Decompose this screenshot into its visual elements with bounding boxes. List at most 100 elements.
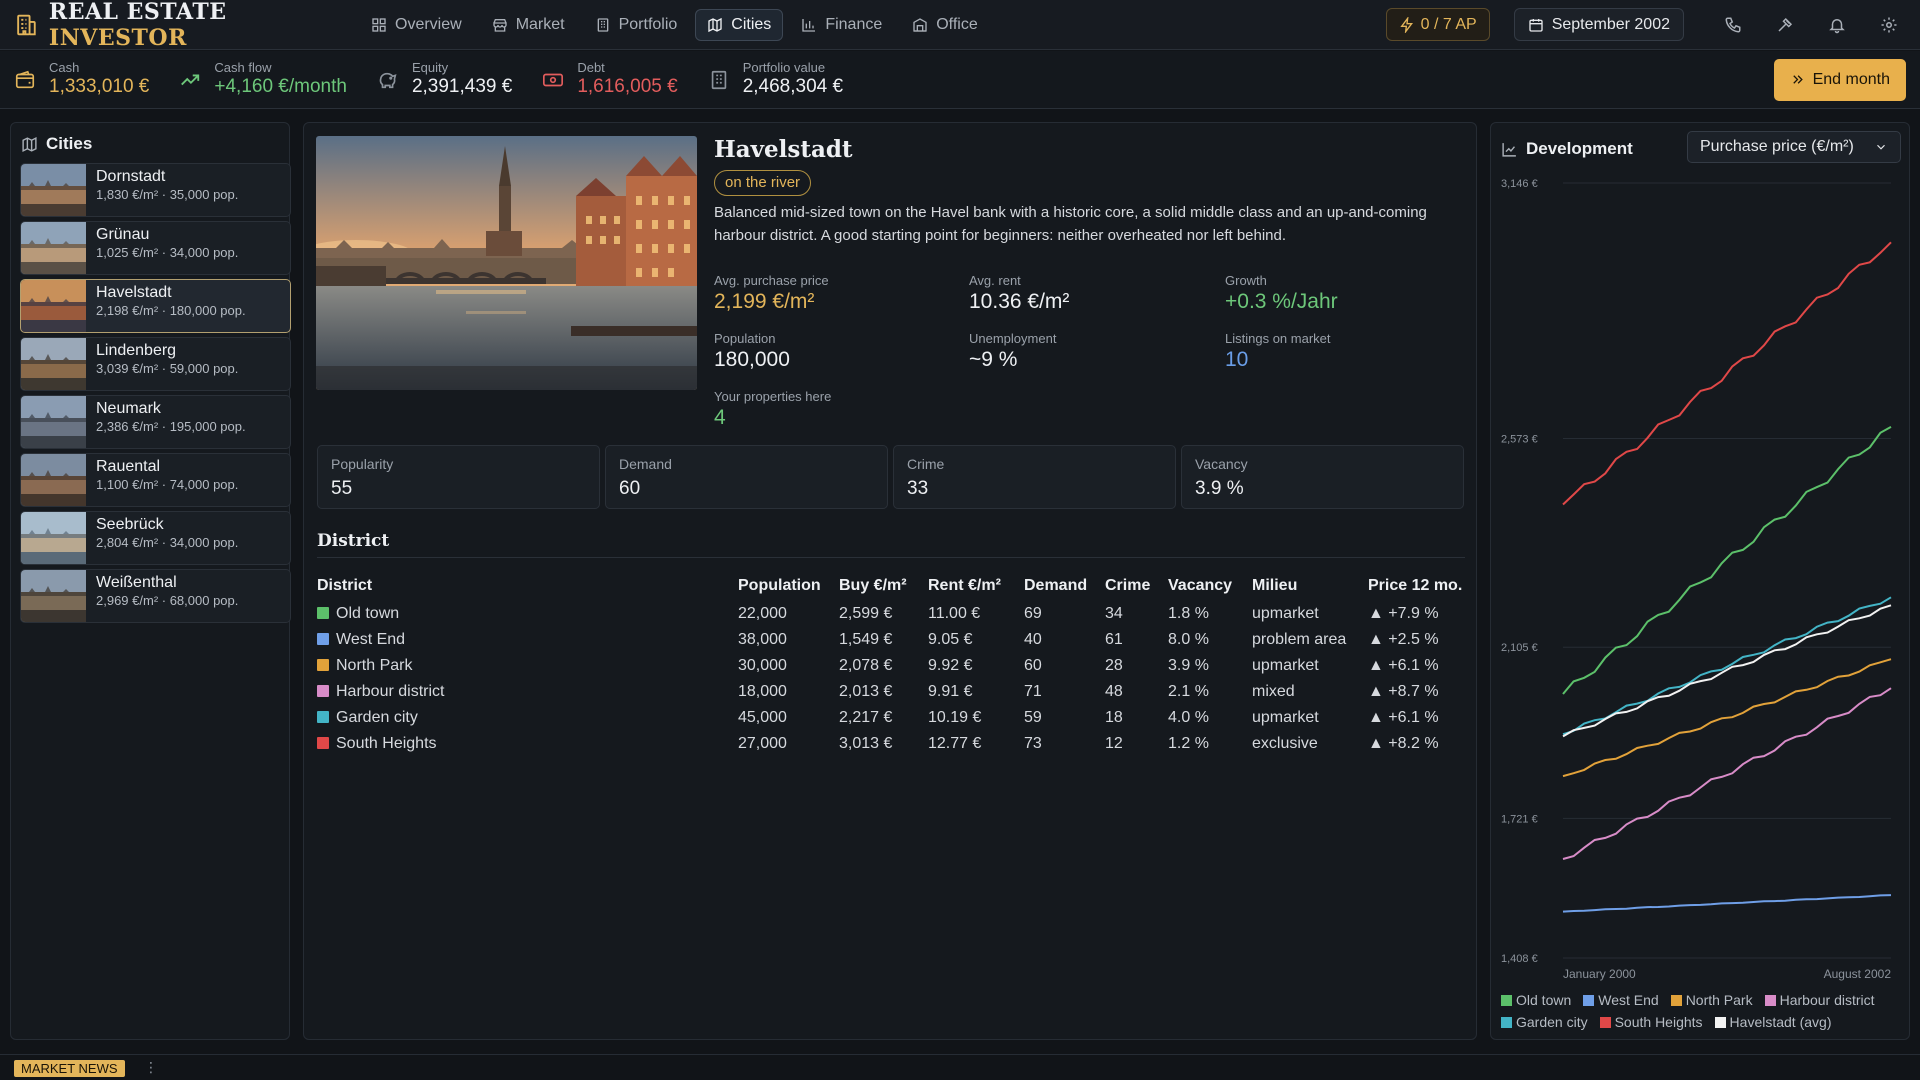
table-row[interactable]: Harbour district 18,000 2,013 € 9.91 € 71 48 2… [317,679,1468,705]
city-list-item[interactable]: Neumark 2,386 €/m² · 195,000 pop. [20,395,291,449]
metric-select-value: Purchase price (€/m²) [1700,138,1854,155]
city-info: Neumark 2,386 €/m² · 195,000 pop. [86,396,246,448]
city-list-item[interactable]: Weißenthal 2,969 €/m² · 68,000 pop. [20,569,291,623]
avg-rent: Avg. rent 10.36 €/m² [969,273,1069,315]
price-change-value: +6.1 % [1388,657,1439,674]
kv-label: Your properties here [714,389,832,404]
tab-label: Finance [825,15,883,33]
cell-buy: 2,217 € [839,709,893,726]
cell-population: 30,000 [738,657,787,674]
city-photo [316,136,697,390]
cell-price-change: ▲ +8.2 % [1368,731,1468,757]
table-row[interactable]: South Heights 27,000 3,013 € 12.77 € 73 12 1.2… [317,731,1468,757]
piggy-bank-icon [379,72,397,88]
building-icon [597,17,608,32]
table-row[interactable]: Old town 22,000 2,599 € 11.00 € 69 34 1.8 % upm… [317,601,1468,627]
tab-label: Portfolio [618,15,678,33]
table-row[interactable]: West End 38,000 1,549 € 9.05 € 40 61 8.0 % prob… [317,627,1468,653]
city-name: Lindenberg [96,342,177,359]
cell-buy: 2,013 € [839,683,893,700]
brand: REAL ESTATE INVESTOR [14,0,359,51]
news-more-handle[interactable]: ⋮ [144,1059,158,1076]
table-header-row: District Population Buy €/m² Rent €/m² Deman… [317,571,1468,601]
tab-label: Office [936,15,978,33]
cell-crime: 28 [1105,657,1123,674]
cell-milieu: upmarket [1252,709,1319,726]
tab-office[interactable]: Office [900,9,990,41]
cell-population: 18,000 [738,683,787,700]
cell-buy: 2,078 € [839,657,893,674]
card-value: 33 [907,478,929,499]
metric-select[interactable]: Purchase price (€/m²) [1687,131,1901,163]
top-navigation-bar: REAL ESTATE INVESTOR Overview Market Por… [0,0,1920,51]
current-date[interactable]: September 2002 [1513,8,1684,41]
legend-item[interactable]: West End [1583,991,1659,1009]
legend-item[interactable]: North Park [1670,991,1753,1009]
legend-label: Havelstadt (avg) [1729,1014,1832,1030]
listings-on-market: Listings on market 10 [1225,331,1331,373]
district-color-swatch [317,737,329,749]
city-tag-badge: on the river [714,170,812,196]
action-points-badge[interactable]: 0 / 7 AP [1385,8,1490,41]
column-header[interactable]: Milieu [1252,571,1368,601]
x-tick-label: August 2002 [1824,967,1892,981]
vacancy-card: Vacancy 3.9 % [1181,445,1464,509]
column-header[interactable]: Crime [1105,571,1168,601]
kv-label: Avg. purchase price [714,273,829,288]
notifications-button[interactable] [1826,14,1848,36]
city-list-item[interactable]: Seebrück 2,804 €/m² · 34,000 pop. [20,511,291,565]
column-header[interactable]: Demand [1024,571,1105,601]
legend-item[interactable]: Harbour district [1764,991,1875,1009]
market-news-badge[interactable]: MARKET NEWS [14,1060,125,1077]
tab-overview[interactable]: Overview [359,9,474,41]
grid-icon [372,17,386,32]
city-meta: 3,039 €/m² · 59,000 pop. [96,361,239,376]
phone-button[interactable] [1722,14,1744,36]
city-meta: 2,198 €/m² · 180,000 pop. [96,303,246,318]
city-list-item[interactable]: Grünau 1,025 €/m² · 34,000 pop. [20,221,291,275]
city-list-item[interactable]: Rauental 1,100 €/m² · 74,000 pop. [20,453,291,507]
end-month-button[interactable]: End month [1773,58,1906,101]
legend-item[interactable]: Havelstadt (avg) [1714,1013,1832,1031]
table-row[interactable]: Garden city 45,000 2,217 € 10.19 € 59 18 4.0 %… [317,705,1468,731]
district-color-swatch [317,633,329,645]
kv-value: 180,000 [714,348,790,371]
city-list-item[interactable]: Lindenberg 3,039 €/m² · 59,000 pop. [20,337,291,391]
legend-label: Garden city [1516,1014,1588,1030]
tab-market[interactable]: Market [480,9,577,41]
tools-button[interactable] [1774,14,1796,36]
city-meta: 2,969 €/m² · 68,000 pop. [96,593,239,608]
column-header[interactable]: Rent €/m² [928,571,1024,601]
tab-cities[interactable]: Cities [695,8,784,41]
tab-label: Overview [395,15,462,33]
city-thumbnail [21,222,86,274]
cell-rent: 12.77 € [928,735,982,752]
district-name-cell: Harbour district [317,679,738,705]
y-tick-label: 1,721 € [1501,813,1538,825]
cell-crime: 18 [1105,709,1123,726]
cell-milieu: mixed [1252,683,1295,700]
city-list-item[interactable]: Dornstadt 1,830 €/m² · 35,000 pop. [20,163,291,217]
city-name: Weißenthal [96,574,177,591]
tab-finance[interactable]: Finance [789,9,894,41]
city-list-item[interactable]: Havelstadt 2,198 €/m² · 180,000 pop. [20,279,291,333]
legend-item[interactable]: Old town [1501,991,1571,1009]
city-thumbnail [21,164,86,216]
column-header[interactable]: Buy €/m² [839,571,928,601]
column-header[interactable]: Price 12 mo. [1368,571,1468,601]
legend-item[interactable]: Garden city [1501,1013,1588,1031]
app-title-part2: INVESTOR [48,24,187,51]
growth: Growth +0.3 %/Jahr [1225,273,1338,315]
column-header[interactable]: Population [738,571,839,601]
store-icon [493,18,507,32]
legend-item[interactable]: South Heights [1599,1013,1703,1031]
column-header[interactable]: Vacancy [1168,571,1252,601]
city-name: Neumark [96,400,161,417]
table-row[interactable]: North Park 30,000 2,078 € 9.92 € 60 28 3.9 % up… [317,653,1468,679]
settings-button[interactable] [1878,14,1900,36]
tab-portfolio[interactable]: Portfolio [583,9,690,41]
trending-up-icon [181,74,200,85]
bell-icon [1829,18,1845,33]
district-section-title: District [317,531,390,551]
column-header[interactable]: District [317,571,738,601]
